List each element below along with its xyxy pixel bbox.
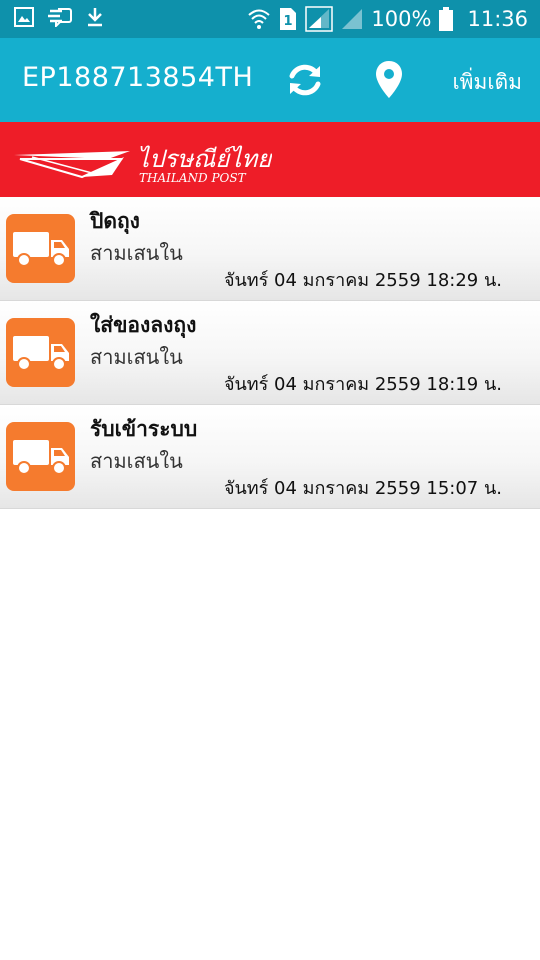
truck-icon (13, 336, 69, 371)
app-toolbar: EP188713854TH เพิ่มเติม (0, 38, 540, 122)
clock: 11:36 (467, 7, 528, 31)
system-icons: 1 100% 11:36 (247, 4, 528, 34)
more-button[interactable]: เพิ่มเติม (452, 66, 522, 99)
logo-wing-icon (14, 151, 130, 179)
refresh-button[interactable] (285, 60, 325, 100)
event-location: สามเสนใน (90, 449, 183, 473)
sim-slot-number: 1 (284, 14, 293, 29)
tracking-event-row[interactable]: รับเข้าระบบ สามเสนใน จันทร์ 04 มกราคม 25… (0, 405, 540, 509)
location-button[interactable] (375, 60, 403, 100)
refresh-icon (289, 64, 321, 96)
event-status: ปิดถุง (90, 209, 140, 233)
event-location: สามเสนใน (90, 345, 183, 369)
event-location: สามเสนใน (90, 241, 183, 265)
event-datetime: จันทร์ 04 มกราคม 2559 18:29 น. (223, 270, 502, 291)
location-pin-icon (376, 61, 402, 98)
event-status: รับเข้าระบบ (90, 417, 198, 441)
wifi-icon (247, 7, 271, 31)
signal-icon (305, 6, 334, 32)
truck-icon-tile (6, 422, 75, 491)
logo-thai-text: ไปรษณีย์ไทย (137, 145, 272, 173)
message-icon (48, 7, 72, 27)
signal-secondary-icon (341, 8, 363, 30)
thailand-post-logo: ไปรษณีย์ไทย THAILAND POST (14, 145, 272, 185)
battery-percent: 100% (371, 7, 432, 31)
battery-icon (439, 7, 454, 31)
truck-icon-tile (6, 214, 75, 283)
event-status: ใส่ของลงถุง (90, 313, 197, 337)
gallery-icon (14, 7, 34, 27)
tracking-event-list: ปิดถุง สามเสนใน จันทร์ 04 มกราคม 2559 18… (0, 197, 540, 509)
truck-icon (13, 232, 69, 267)
event-datetime: จันทร์ 04 มกราคม 2559 15:07 น. (223, 478, 502, 499)
truck-icon-tile (6, 318, 75, 387)
sim-icon: 1 (279, 7, 297, 31)
brand-banner: ไปรษณีย์ไทย THAILAND POST (0, 122, 540, 197)
tracking-event-row[interactable]: ปิดถุง สามเสนใน จันทร์ 04 มกราคม 2559 18… (0, 197, 540, 301)
notification-icons (14, 7, 104, 27)
tracking-number-title: EP188713854TH (22, 62, 254, 93)
logo-english-text: THAILAND POST (139, 171, 247, 185)
tracking-event-row[interactable]: ใส่ของลงถุง สามเสนใน จันทร์ 04 มกราคม 25… (0, 301, 540, 405)
status-bar: 1 100% 11:36 (0, 0, 540, 38)
truck-icon (13, 440, 69, 475)
event-datetime: จันทร์ 04 มกราคม 2559 18:19 น. (223, 374, 502, 395)
download-icon (86, 7, 104, 27)
